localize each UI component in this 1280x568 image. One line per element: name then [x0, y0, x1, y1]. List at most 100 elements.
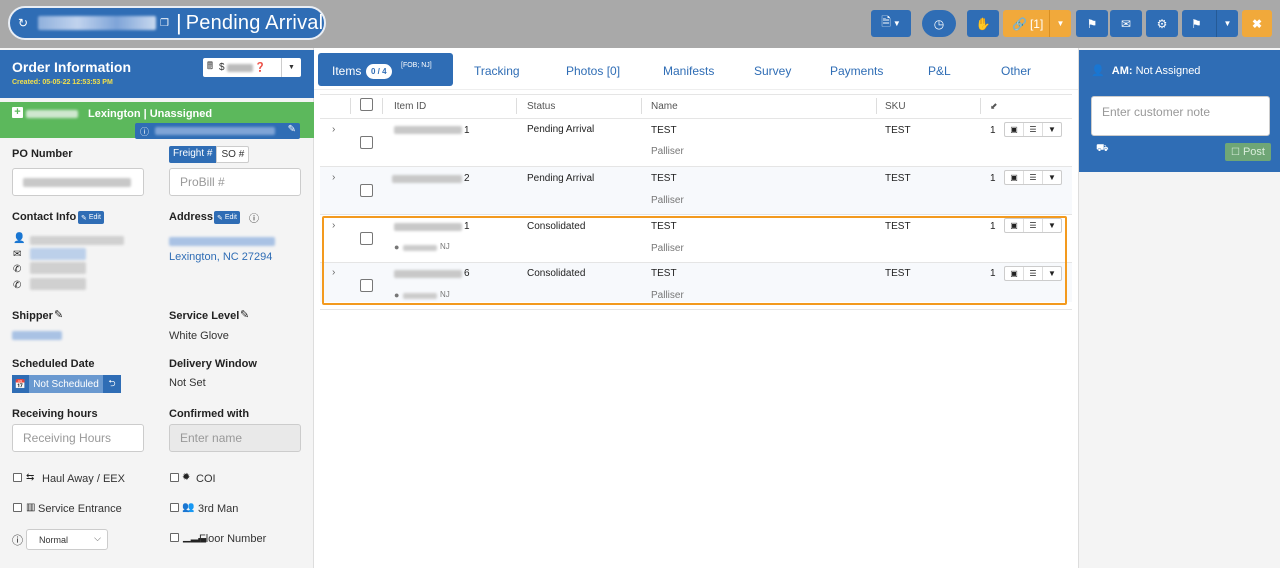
freight-toggle-button[interactable]: Freight #: [169, 146, 217, 163]
edit-square-icon[interactable]: ▣: [1005, 171, 1024, 184]
tab-tracking[interactable]: Tracking: [474, 64, 520, 78]
highlight-box: [322, 216, 1067, 305]
address-edit-label: Edit: [224, 214, 237, 221]
customer-name-redacted: [26, 110, 78, 118]
delivery-window-value: Not Set: [169, 377, 206, 389]
freight-so-toggle: Freight # SO #: [169, 146, 250, 163]
chevron-down-icon: ⌵: [94, 533, 101, 543]
header-qty-icon[interactable]: ⬋: [990, 101, 998, 112]
list-icon[interactable]: ☰: [1024, 171, 1043, 184]
flag-check-button[interactable]: ⚑ ▼: [1182, 10, 1238, 37]
tab-photos[interactable]: Photos [0]: [566, 64, 620, 78]
select-all-checkbox[interactable]: [360, 98, 373, 111]
row-checkbox[interactable]: [360, 136, 373, 149]
column-divider: [382, 98, 383, 114]
row-actions: ▣ ☰ ▼: [1004, 170, 1062, 185]
chevron-down-icon[interactable]: ▼: [1049, 10, 1071, 37]
chevron-right-icon[interactable]: ›: [332, 124, 335, 135]
service-entrance-checkbox[interactable]: [13, 503, 22, 512]
flag-button[interactable]: ⚑: [1076, 10, 1108, 37]
edit-icon[interactable]: ✎: [240, 308, 249, 321]
calculator-icon: 🖩: [207, 61, 213, 72]
exchange-icon: ⇆: [26, 472, 35, 483]
confirmed-with-input[interactable]: Enter name: [169, 424, 301, 452]
po-number-input[interactable]: [12, 168, 144, 196]
copy-icon[interactable]: ❐: [160, 18, 170, 29]
tab-pl[interactable]: P&L: [928, 64, 951, 78]
info-icon: ⓘ: [140, 127, 150, 137]
third-man-checkbox[interactable]: [170, 503, 179, 512]
price-redacted: [226, 63, 253, 72]
page-title: Pending Arrival: [185, 11, 324, 34]
chevron-down-icon[interactable]: ▼: [1043, 123, 1061, 136]
tab-other[interactable]: Other: [1001, 64, 1031, 78]
history-button[interactable]: ◷: [922, 10, 956, 37]
info-icon: ⓘ: [249, 214, 259, 225]
receiving-hours-input[interactable]: Receiving Hours: [12, 424, 144, 452]
priority-select[interactable]: Normal ⌵: [26, 529, 108, 550]
tab-survey[interactable]: Survey: [754, 64, 791, 78]
am-value[interactable]: Not Assigned: [1136, 65, 1201, 77]
header-item-id[interactable]: Item ID: [394, 101, 426, 112]
hold-button[interactable]: ✋: [967, 10, 999, 37]
contact-edit-label: Edit: [88, 214, 101, 221]
chevron-down-icon[interactable]: ▼: [1216, 10, 1238, 37]
address-edit-button[interactable]: ✎ Edit: [214, 211, 240, 224]
customer-info-pill[interactable]: ⓘ ✎: [135, 123, 300, 139]
customer-location: Lexington | Unassigned: [88, 108, 213, 120]
price-dropdown[interactable]: 🖩 $ ❓ ▼: [203, 58, 301, 77]
customer-note-input[interactable]: Enter customer note: [1091, 96, 1270, 136]
link-icon: 🔗: [1012, 16, 1027, 31]
haul-away-checkbox[interactable]: [13, 473, 22, 482]
header-status[interactable]: Status: [527, 101, 555, 112]
users-icon: 👥: [182, 502, 195, 513]
close-button[interactable]: ✖: [1242, 10, 1272, 37]
probill-input[interactable]: ProBill #: [169, 168, 301, 196]
contact-info-label: Contact Info: [12, 211, 77, 223]
key-icon[interactable]: ⮌: [103, 375, 121, 393]
item-name: TEST: [651, 173, 677, 184]
flag-check-icon: ⚑: [1191, 16, 1202, 31]
chevron-down-icon[interactable]: ▼: [1043, 171, 1061, 184]
chevron-right-icon[interactable]: ›: [332, 172, 335, 183]
item-sku: TEST: [885, 173, 911, 184]
link-count: [1]: [1029, 16, 1044, 31]
so-toggle-button[interactable]: SO #: [216, 146, 250, 163]
row-checkbox[interactable]: [360, 184, 373, 197]
list-icon[interactable]: ☰: [1024, 123, 1043, 136]
column-divider: [876, 98, 877, 114]
tab-payments[interactable]: Payments: [830, 64, 883, 78]
contact-phone2-redacted: [30, 278, 86, 290]
refresh-icon[interactable]: ↻: [18, 16, 34, 30]
edit-square-icon[interactable]: ▣: [1005, 123, 1024, 136]
chevron-down-icon[interactable]: ▼: [281, 58, 301, 77]
tab-items[interactable]: Items 0 / 4 [FOB; NJ]: [318, 53, 453, 86]
edit-icon[interactable]: ✎: [54, 308, 63, 321]
post-button[interactable]: ☐ Post: [1225, 143, 1271, 161]
email-button[interactable]: ✉: [1110, 10, 1142, 37]
customer-bar: + Lexington | Unassigned ⓘ ✎: [0, 102, 314, 139]
address-city[interactable]: Lexington, NC 27294: [169, 251, 272, 263]
truck-icon[interactable]: ⛟: [1096, 143, 1109, 156]
link-button[interactable]: 🔗 [1] ▼: [1003, 10, 1071, 37]
user-icon: 👤: [13, 233, 26, 244]
floor-number-checkbox[interactable]: [170, 533, 179, 542]
settings-button[interactable]: ⚙: [1146, 10, 1178, 37]
document-menu-button[interactable]: 🗎 ▼: [871, 10, 911, 37]
address-label: Address: [169, 211, 214, 223]
certificate-icon: ✹: [182, 472, 191, 483]
order-info-header: Order Information Created: 05-05-22 12:5…: [0, 50, 314, 98]
plus-icon[interactable]: +: [12, 107, 23, 118]
order-info-title: Order Information: [12, 59, 132, 75]
contact-edit-button[interactable]: ✎ Edit: [78, 211, 104, 224]
flag-icon: ⚑: [1086, 16, 1098, 31]
header-name[interactable]: Name: [651, 101, 678, 112]
created-timestamp: Created: 05-05-22 12:53:53 PM: [12, 79, 113, 86]
header-sku[interactable]: SKU: [885, 101, 906, 112]
close-icon: ✖: [1251, 16, 1263, 31]
items-count-badge: 0 / 4: [366, 64, 392, 79]
tab-manifests[interactable]: Manifests: [663, 64, 714, 78]
scheduled-date-control[interactable]: 📅 Not Scheduled ⮌: [12, 375, 121, 393]
coi-checkbox[interactable]: [170, 473, 179, 482]
shipper-name-redacted[interactable]: [12, 331, 62, 340]
